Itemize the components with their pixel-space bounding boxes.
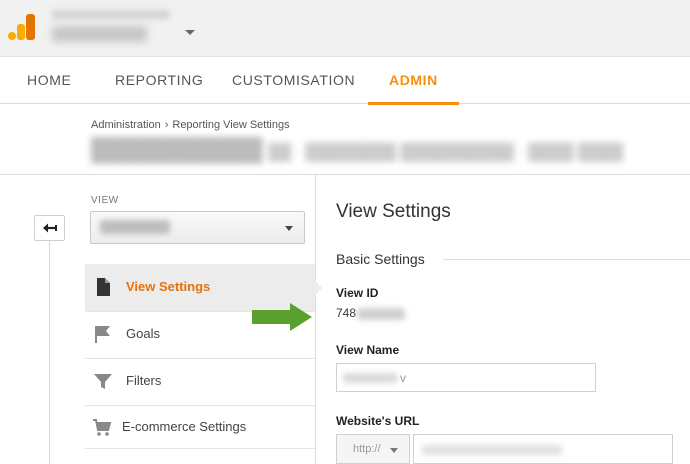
breadcrumb-current: Reporting View Settings [172,119,290,131]
section-title: Basic Settings [336,251,425,267]
view-name-tail: v [400,371,406,385]
property-title-redacted: ███████████ ██ · ████████ ██████████ · ██… [91,137,624,162]
view-name-input[interactable]: v [336,363,596,392]
menu-item-filters[interactable]: Filters [85,358,315,405]
view-id-value: 748 [336,306,406,320]
view-id-visible: 748 [336,306,357,320]
protocol-value: http:// [353,443,381,455]
hierarchy-line [49,241,50,464]
breadcrumb: Administration › Reporting View Settings [91,119,290,131]
green-arrow-annotation-icon [252,303,312,331]
chevron-down-icon[interactable] [185,30,195,35]
cart-icon [93,419,112,436]
view-name-label: View Name [336,343,400,357]
view-label: VIEW [91,195,119,206]
account-selector[interactable] [48,8,183,48]
flag-icon [95,326,110,343]
back-button[interactable] [34,215,65,241]
header-divider [0,174,690,175]
analytics-logo-icon[interactable] [8,12,36,40]
view-id-redacted [357,307,406,320]
tab-customisation[interactable]: CUSTOMISATION [232,57,355,104]
breadcrumb-separator: › [164,119,169,131]
section-rule [443,259,690,260]
menu-item-ecommerce-settings[interactable]: E-commerce Settings [85,404,315,451]
menu-divider [85,448,315,449]
column-divider [315,175,316,464]
protocol-select[interactable]: http:// [336,434,410,464]
menu-item-label: Goals [126,326,160,341]
website-url-redacted [422,445,562,455]
tab-admin[interactable]: ADMIN [368,57,459,105]
top-bar [0,0,690,57]
view-select-value-redacted [100,220,170,234]
main-nav: HOME REPORTING CUSTOMISATION ADMIN [0,57,690,105]
breadcrumb-administration[interactable]: Administration [91,119,161,131]
tab-home[interactable]: HOME [27,57,71,104]
filter-icon [94,374,112,389]
chevron-down-icon [285,226,293,231]
menu-item-label: E-commerce Settings [122,419,247,434]
document-icon [97,278,110,296]
arrow-left-icon [43,223,57,233]
menu-item-label: View Settings [126,279,211,294]
view-name-redacted [343,373,398,383]
panel-title: View Settings [336,201,451,222]
active-item-pointer [314,280,322,296]
menu-item-label: Filters [126,373,162,388]
view-select[interactable] [90,211,305,244]
website-url-label: Website's URL [336,414,420,428]
chevron-down-icon [390,448,398,453]
tab-reporting[interactable]: REPORTING [115,57,203,104]
view-name-redacted [52,26,147,42]
view-id-label: View ID [336,286,379,300]
account-name-redacted [52,10,170,19]
website-url-input[interactable] [413,434,673,464]
